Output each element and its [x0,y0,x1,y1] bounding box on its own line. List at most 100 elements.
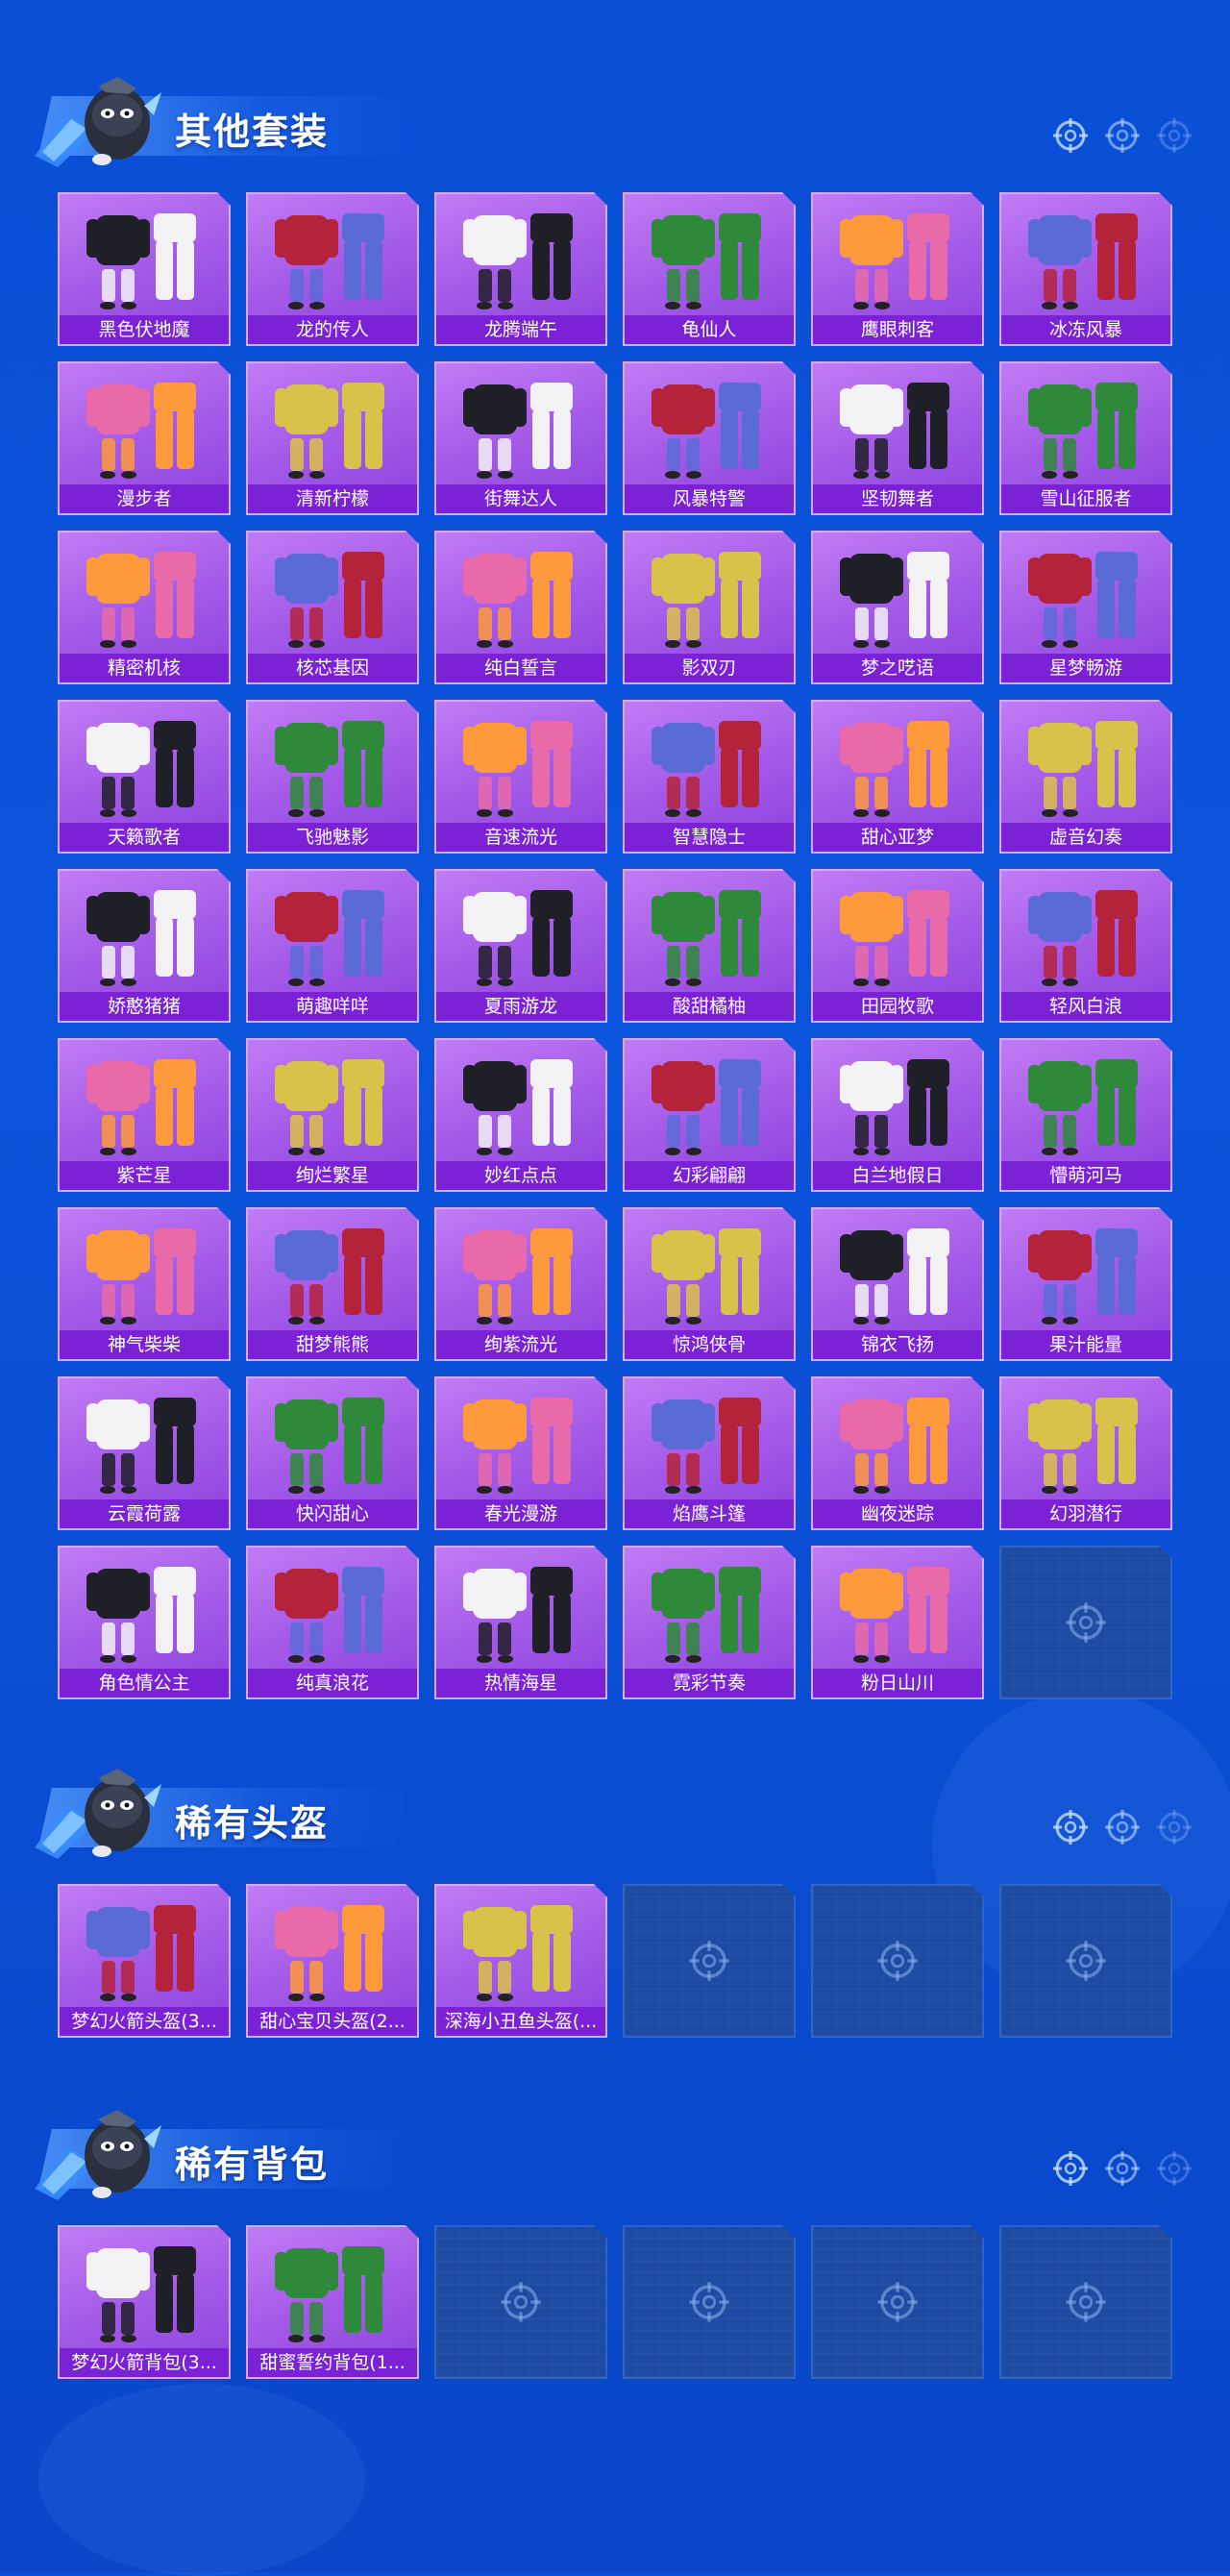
item-card[interactable]: 龟仙人 [623,192,796,346]
item-grid: 梦幻火箭背包(3... 甜蜜誓约背包(1... [58,2225,1172,2379]
item-card[interactable]: 神气柴柴 [58,1207,231,1361]
item-card[interactable]: 纯真浪花 [246,1546,419,1699]
empty-slot [434,2225,607,2379]
item-card[interactable]: 甜心宝贝头盔(2... [246,1884,419,2038]
item-card[interactable]: 梦之呓语 [811,531,984,684]
item-card[interactable]: 懵萌河马 [999,1038,1172,1192]
background-parachute-shape [38,2384,365,2576]
item-card[interactable]: 音速流光 [434,700,607,854]
costume-image [652,552,761,648]
item-card[interactable]: 萌趣咩咩 [246,869,419,1023]
item-card[interactable]: 田园牧歌 [811,869,984,1023]
item-card[interactable]: 龙的传人 [246,192,419,346]
crosshair-icon [1064,1939,1108,1983]
item-label: 黑色伏地魔 [60,315,229,344]
item-card[interactable]: 惊鸿侠骨 [623,1207,796,1361]
item-card[interactable]: 幽夜迷踪 [811,1376,984,1530]
item-label: 漫步者 [60,484,229,513]
item-card[interactable]: 星梦畅游 [999,531,1172,684]
item-card[interactable]: 精密机核 [58,531,231,684]
item-card[interactable]: 雪山征服者 [999,361,1172,515]
item-card[interactable]: 轻风白浪 [999,869,1172,1023]
item-card[interactable]: 天籁歌者 [58,700,231,854]
mascot-icon [35,2110,161,2200]
item-card[interactable]: 果汁能量 [999,1207,1172,1361]
item-label: 鹰眼刺客 [813,315,982,344]
item-card[interactable]: 幻羽潜行 [999,1376,1172,1530]
item-label: 梦幻火箭头盔(3... [60,2007,229,2036]
item-card[interactable]: 鹰眼刺客 [811,192,984,346]
item-card[interactable]: 角色情公主 [58,1546,231,1699]
costume-image [1028,1059,1138,1155]
item-card[interactable]: 智慧隐士 [623,700,796,854]
item-card[interactable]: 绚紫流光 [434,1207,607,1361]
costume-image [463,552,573,648]
item-card[interactable]: 云霞荷露 [58,1376,231,1530]
item-label: 酸甜橘柚 [625,992,794,1021]
item-card[interactable]: 娇憨猪猪 [58,869,231,1023]
costume-image [275,1398,384,1494]
item-card[interactable]: 春光漫游 [434,1376,607,1530]
costume-image [275,552,384,648]
costume-image [652,1059,761,1155]
item-card[interactable]: 纯白誓言 [434,531,607,684]
item-card[interactable]: 热情海星 [434,1546,607,1699]
item-card[interactable]: 黑色伏地魔 [58,192,231,346]
item-card[interactable]: 幻彩翩翩 [623,1038,796,1192]
item-card[interactable]: 粉日山川 [811,1546,984,1699]
costume-image [275,1905,384,2001]
item-card[interactable]: 坚韧舞者 [811,361,984,515]
section-header: 其他套装 [0,67,1230,173]
item-card[interactable]: 甜蜜誓约背包(1... [246,2225,419,2379]
costume-image [652,213,761,310]
item-card[interactable]: 快闪甜心 [246,1376,419,1530]
header-decoration [1051,1805,1195,1849]
item-card[interactable]: 梦幻火箭头盔(3... [58,1884,231,2038]
empty-slot [999,1884,1172,2038]
item-card[interactable]: 霓彩节奏 [623,1546,796,1699]
item-label: 快闪甜心 [248,1499,417,1528]
item-card[interactable]: 焰鹰斗篷 [623,1376,796,1530]
costume-image [840,890,949,986]
costume-image [86,383,196,479]
item-card[interactable]: 虚音幻奏 [999,700,1172,854]
item-card[interactable]: 核芯基因 [246,531,419,684]
item-card[interactable]: 妙红点点 [434,1038,607,1192]
item-label: 娇憨猪猪 [60,992,229,1021]
item-card[interactable]: 影双刃 [623,531,796,684]
item-card[interactable]: 漫步者 [58,361,231,515]
costume-image [1028,552,1138,648]
costume-image [463,890,573,986]
costume-image [463,721,573,817]
item-card[interactable]: 紫芒星 [58,1038,231,1192]
item-card[interactable]: 锦衣飞扬 [811,1207,984,1361]
item-card[interactable]: 夏雨游龙 [434,869,607,1023]
item-card[interactable]: 风暴特警 [623,361,796,515]
item-card[interactable]: 龙腾端午 [434,192,607,346]
item-card[interactable]: 白兰地假日 [811,1038,984,1192]
item-label: 飞驰魅影 [248,823,417,852]
item-card[interactable]: 甜梦熊熊 [246,1207,419,1361]
costume-image [86,890,196,986]
crosshair-icon [875,2280,920,2324]
item-card[interactable]: 飞驰魅影 [246,700,419,854]
item-label: 惊鸿侠骨 [625,1330,794,1359]
item-card[interactable]: 绚烂繁星 [246,1038,419,1192]
item-card[interactable]: 冰冻风暴 [999,192,1172,346]
costume-image [1028,213,1138,310]
crosshair-icon [1155,1808,1193,1846]
item-card[interactable]: 酸甜橘柚 [623,869,796,1023]
item-label: 甜蜜誓约背包(1... [248,2348,417,2377]
section-title: 其他套装 [175,111,330,153]
item-card[interactable]: 清新柠檬 [246,361,419,515]
costume-image [86,2246,196,2342]
item-label: 冰冻风暴 [1001,315,1170,344]
item-card[interactable]: 甜心亚梦 [811,700,984,854]
item-label: 焰鹰斗篷 [625,1499,794,1528]
empty-slot [999,2225,1172,2379]
item-card[interactable]: 深海小丑鱼头盔(... [434,1884,607,2038]
item-card[interactable]: 街舞达人 [434,361,607,515]
item-label: 坚韧舞者 [813,484,982,513]
costume-image [86,213,196,310]
item-card[interactable]: 梦幻火箭背包(3... [58,2225,231,2379]
